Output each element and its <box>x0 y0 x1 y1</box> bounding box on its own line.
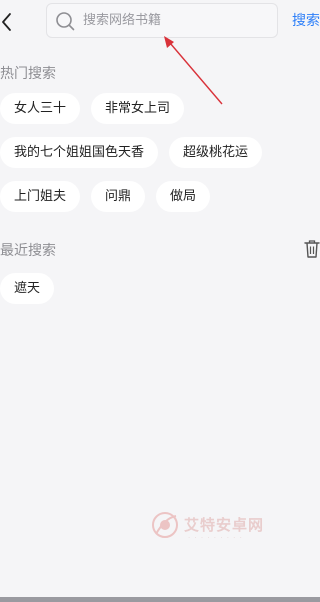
recent-search-row: 遮天 <box>0 273 55 309</box>
recent-search-chip[interactable]: 遮天 <box>0 273 55 304</box>
recent-search-list: 遮天 <box>0 273 55 317</box>
search-box[interactable] <box>46 3 278 38</box>
hot-search-chip[interactable]: 女人三十 <box>0 93 81 124</box>
hot-search-chip[interactable]: 超级桃花运 <box>169 137 263 168</box>
hot-search-chip[interactable]: 问鼎 <box>91 181 146 212</box>
hot-search-row: 我的七个姐姐国色天香 超级桃花运 <box>0 137 300 173</box>
hot-search-chip[interactable]: 我的七个姐姐国色天香 <box>0 137 159 168</box>
hot-search-list: 女人三十 非常女上司 我的七个姐姐国色天香 超级桃花运 上门姐夫 问鼎 做局 <box>0 93 300 225</box>
hot-search-row: 女人三十 非常女上司 <box>0 93 300 129</box>
watermark-logo-icon <box>152 512 178 538</box>
hot-search-chip[interactable]: 上门姐夫 <box>0 181 81 212</box>
hot-search-row: 上门姐夫 问鼎 做局 <box>0 181 300 217</box>
hot-search-title: 热门搜索 <box>0 66 56 82</box>
recent-search-title: 最近搜索 <box>0 243 56 259</box>
clear-history-button[interactable] <box>304 239 320 259</box>
watermark-text: 艾特安卓网 <box>184 516 265 534</box>
search-input[interactable] <box>83 4 269 37</box>
watermark-subtext: · · · · · · · · · <box>188 534 243 542</box>
bottom-edge <box>0 597 320 602</box>
trash-icon <box>304 240 320 258</box>
back-button[interactable] <box>0 10 20 34</box>
search-button[interactable]: 搜索 <box>292 10 320 30</box>
top-bar: 搜索 <box>0 0 320 44</box>
hot-search-chip[interactable]: 做局 <box>156 181 211 212</box>
watermark: 艾特安卓网 · · · · · · · · · <box>150 510 280 544</box>
search-icon <box>56 12 75 31</box>
hot-search-chip[interactable]: 非常女上司 <box>91 93 185 124</box>
chevron-left-icon <box>2 13 11 31</box>
